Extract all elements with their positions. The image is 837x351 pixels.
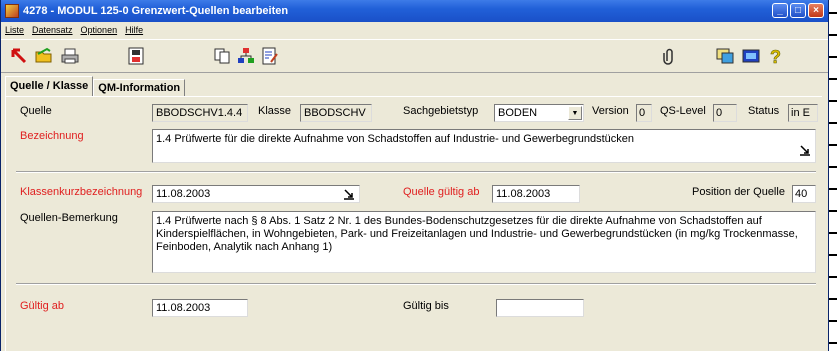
quelle-gueltig-ab-field[interactable]: 11.08.2003	[492, 185, 580, 203]
exit-icon[interactable]	[740, 45, 762, 67]
sachgebietstyp-value: BODEN	[498, 107, 538, 119]
save-record-icon[interactable]	[125, 45, 147, 67]
gueltig-bis-field[interactable]	[496, 299, 584, 317]
app-window: 4278 - MODUL 125-0 Grenzwert-Quellen bea…	[0, 0, 829, 351]
menu-datensatz[interactable]: Datensatz	[32, 25, 73, 35]
position-field[interactable]: 40	[792, 185, 816, 203]
attachment-icon[interactable]	[658, 45, 680, 67]
gueltig-bis-label: Gültig bis	[403, 300, 449, 312]
menu-bar: Liste Datensatz Optionen Hilfe	[1, 22, 828, 38]
menu-optionen[interactable]: Optionen	[81, 25, 118, 35]
klassenkurzbezeichnung-value: 11.08.2003	[156, 188, 211, 200]
minimize-button[interactable]: _	[772, 3, 788, 18]
print-icon[interactable]	[59, 45, 81, 67]
form-panel: Quelle BBODSCHV1.4.4 Klasse BBODSCHV Sac…	[5, 96, 822, 351]
close-button[interactable]: ×	[808, 3, 824, 18]
klassenkurzbezeichnung-field[interactable]: 11.08.2003	[152, 185, 360, 203]
window-title: 4278 - MODUL 125-0 Grenzwert-Quellen bea…	[23, 5, 289, 17]
sachgebietstyp-select[interactable]: BODEN ▼	[494, 104, 584, 122]
title-bar: 4278 - MODUL 125-0 Grenzwert-Quellen bea…	[1, 0, 828, 22]
maximize-button[interactable]: □	[790, 3, 806, 18]
divider-line	[16, 283, 816, 285]
tab-qm-information[interactable]: QM-Information	[93, 79, 186, 96]
klasse-label: Klasse	[258, 105, 292, 117]
help-icon[interactable]: ?	[764, 45, 786, 67]
quelle-gueltig-ab-label: Quelle gültig ab	[403, 186, 480, 198]
quelle-field[interactable]: BBODSCHV1.4.4	[152, 104, 248, 122]
klasse-field[interactable]: BBODSCHV	[300, 104, 372, 122]
qs-level-label: QS-Level	[660, 105, 706, 117]
gueltig-ab-label: Gültig ab	[20, 300, 65, 312]
divider-line	[16, 171, 816, 173]
toolbar: ?	[1, 39, 828, 73]
menu-liste[interactable]: Liste	[5, 25, 24, 35]
tab-quelle-klasse[interactable]: Quelle / Klasse	[5, 76, 94, 96]
open-folder-icon[interactable]	[33, 45, 55, 67]
edit-document-icon[interactable]	[259, 45, 281, 67]
version-field[interactable]: 0	[636, 104, 652, 122]
qs-level-field[interactable]: 0	[713, 104, 737, 122]
quellen-bemerkung-label: Quellen-Bemerkung	[20, 212, 118, 224]
tab-strip: Quelle / Klasse QM-Information	[5, 76, 186, 97]
position-label: Position der Quelle	[692, 186, 785, 198]
copy-icon[interactable]	[211, 45, 233, 67]
status-field[interactable]: in E	[788, 104, 818, 122]
chevron-down-icon[interactable]: ▼	[568, 106, 582, 120]
window-switch-icon[interactable]	[714, 45, 736, 67]
gueltig-ab-field[interactable]: 11.08.2003	[152, 299, 248, 317]
bezeichnung-field[interactable]: 1.4 Prüfwerte für die direkte Aufnahme v…	[152, 129, 816, 163]
menu-hilfe[interactable]: Hilfe	[125, 25, 143, 35]
status-label: Status	[748, 105, 780, 117]
quellen-bemerkung-field[interactable]: 1.4 Prüfwerte nach § 8 Abs. 1 Satz 2 Nr.…	[152, 211, 816, 273]
klassenkurzbezeichnung-label: Klassenkurzbezeichnung	[20, 186, 143, 198]
page-edge-decoration	[829, 0, 837, 351]
hierarchy-icon[interactable]	[235, 45, 257, 67]
app-icon	[5, 4, 19, 18]
back-arrow-icon[interactable]	[7, 45, 29, 67]
bezeichnung-label: Bezeichnung	[20, 130, 84, 142]
lookup-icon[interactable]	[342, 187, 356, 201]
version-label: Version	[592, 105, 629, 117]
quelle-label: Quelle	[20, 105, 52, 117]
sachgebietstyp-label: Sachgebietstyp	[403, 105, 479, 117]
svg-text:?: ?	[770, 47, 781, 66]
lookup-icon[interactable]	[798, 143, 812, 157]
